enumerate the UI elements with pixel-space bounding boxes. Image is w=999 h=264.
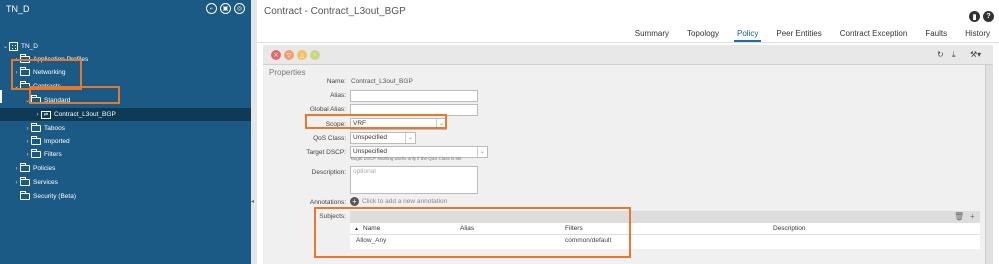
tree-item-label: Security (Beta) [33,193,76,200]
tree-item-label: Taboos [44,125,65,132]
chevron-right-icon[interactable]: › [24,139,31,145]
chevron-right-icon[interactable]: › [34,112,41,118]
selection-indicator [0,90,2,103]
target-dscp-hint: Target DSCP Marking works only if the Qo… [350,156,462,161]
tab-peer-entities[interactable]: Peer Entities [767,28,830,42]
tree-item-contract-l3out-bgp[interactable]: › ⇄ Contract_L3out_BGP [0,108,251,121]
tab-policy[interactable]: Policy [728,28,767,42]
policy-toolbar: ✕ ▽ △ ○ ↻ ⤓ ⚒▾ [263,45,993,65]
folder-icon [31,123,41,132]
tenant-detail-icon[interactable]: ⌐ [206,3,217,14]
minor-fault-icon[interactable]: △ [297,50,307,60]
tab-topology[interactable]: Topology [678,28,728,42]
refresh-icon[interactable]: ↻ [937,50,944,59]
qos-class-label: QoS Class: [313,135,346,142]
tabs-divider [257,42,999,43]
tree-item-filters[interactable]: › Filters [0,148,251,161]
tab-contract-exception[interactable]: Contract Exception [831,28,917,42]
help-icon[interactable]: ? [983,11,994,22]
target-dscp-value: Unspecified [353,148,387,155]
annotations-label: Annotations: [309,199,346,206]
tree-item-imported[interactable]: › Imported [0,135,251,148]
tenant-icon [9,42,18,51]
tree-item-taboos[interactable]: › Taboos [0,122,251,135]
tab-bar: Summary Topology Policy Peer Entities Co… [626,28,999,42]
column-description[interactable]: Description [773,225,806,232]
add-icon[interactable]: + [970,212,975,221]
page-title: Contract - Contract_L3out_BGP [264,6,406,17]
add-annotation-icon[interactable]: + [350,197,359,206]
warning-fault-icon[interactable]: ○ [310,50,320,60]
chevron-right-icon[interactable]: › [13,180,20,186]
navigation-sidebar: TN_D ⌐ ▣ ◎ ⌄ TN_D › Application Profiles… [0,0,251,264]
description-placeholder: optional [353,168,376,175]
tab-summary[interactable]: Summary [626,28,678,42]
properties-heading: Properties [269,68,306,77]
tab-faults[interactable]: Faults [916,28,956,42]
bookmark-icon[interactable]: ▮ [969,11,980,22]
qos-class-value: Unspecified [353,134,387,141]
tree-item-label: Imported [44,138,70,145]
tree-item-label: Filters [44,151,62,158]
chevron-down-icon[interactable]: ⌄ [477,147,487,157]
chevron-down-icon[interactable]: ⌄ [2,43,9,50]
description-input[interactable]: optional [350,166,478,194]
highlight-scope-box [305,114,447,129]
folder-icon [20,177,30,186]
description-label: Description: [311,169,346,176]
qos-class-select[interactable]: Unspecified ⌄ [350,132,416,144]
tenant-settings-icon[interactable]: ◎ [234,3,245,14]
tools-icon[interactable]: ⚒▾ [970,50,981,59]
tree-item-services[interactable]: › Services [0,176,251,189]
folder-icon [20,163,30,172]
folder-icon [31,149,41,158]
tree-item-policies[interactable]: › Policies [0,162,251,175]
target-dscp-label: Target DSCP: [306,149,346,156]
contract-icon: ⇄ [41,110,51,119]
tree-item-label: Services [33,179,58,186]
alias-input[interactable] [350,90,478,102]
chevron-down-icon[interactable]: ⌄ [405,133,415,143]
header-icons: ▮ ? [969,11,994,22]
sidebar-title: TN_D [6,4,30,14]
download-icon[interactable]: ⤓ [952,50,956,60]
tenant-window-icon[interactable]: ▣ [220,3,231,14]
main-pane: Contract - Contract_L3out_BGP ▮ ? Summar… [257,0,999,264]
sidebar-header-icons: ⌐ ▣ ◎ [206,3,245,14]
tab-history[interactable]: History [956,28,999,42]
major-fault-icon[interactable]: ▽ [284,50,294,60]
chevron-right-icon[interactable]: › [24,152,31,158]
folder-icon [20,191,30,200]
tree-item-label: Contract_L3out_BGP [54,111,116,118]
vertical-scrollbar[interactable] [985,65,993,264]
chevron-right-icon[interactable]: › [13,166,20,172]
tree-item-security-beta[interactable]: Security (Beta) [0,190,251,203]
folder-icon [31,136,41,145]
tree-item-tenant[interactable]: ⌄ TN_D [0,40,251,53]
global-alias-label: Global Alias: [309,106,346,113]
alias-label: Alias: [330,92,346,99]
highlight-contract-box [29,86,120,104]
delete-icon[interactable]: 🗑 [954,212,964,221]
name-value: Contract_L3out_BGP [351,78,413,85]
tree-item-label: Policies [33,165,56,172]
highlight-subjects-box [314,207,631,258]
critical-fault-icon[interactable]: ✕ [271,50,281,60]
add-annotation-link[interactable]: Click to add a new annotation [362,198,447,205]
name-label: Name: [326,78,346,85]
tree-item-label: TN_D [21,43,38,50]
chevron-right-icon[interactable]: › [24,126,31,132]
